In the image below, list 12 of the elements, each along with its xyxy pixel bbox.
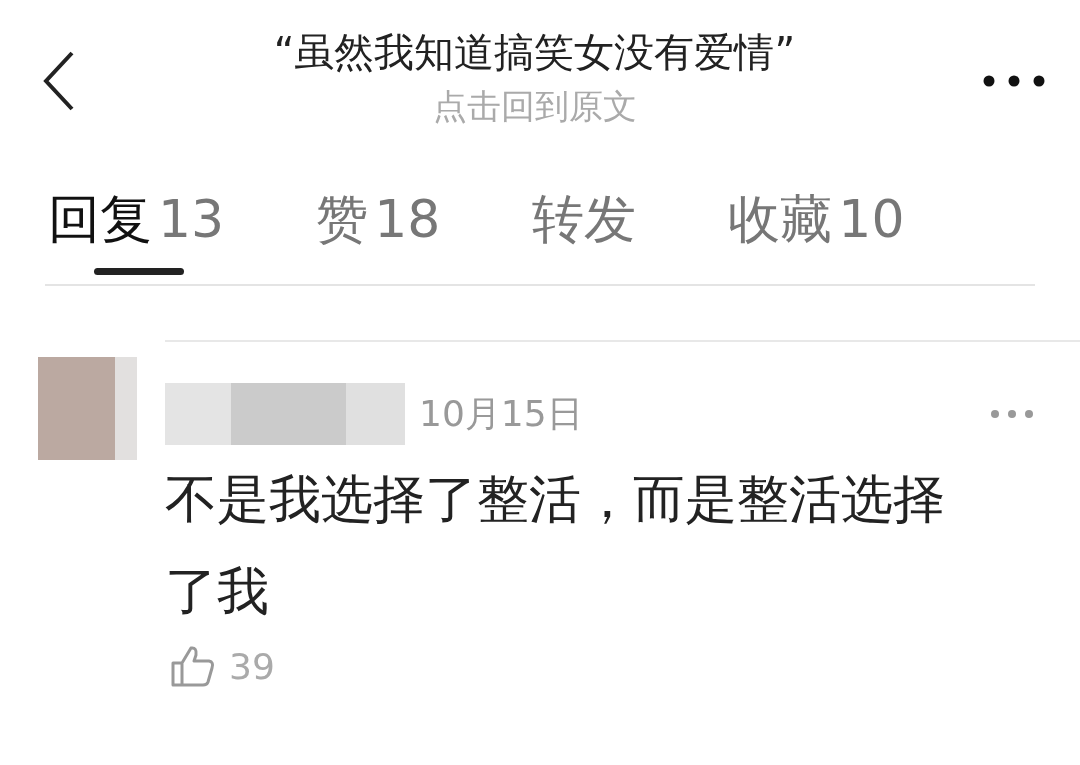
like-count: 39 — [229, 645, 275, 687]
tab[interactable]: 回复 13 — [48, 187, 225, 275]
tab[interactable]: 转发 — [532, 187, 637, 275]
comment-date: 10月15日 — [419, 391, 584, 436]
comment-text: 不是我选择了整活，而是整活选择了我 — [165, 468, 946, 623]
more-icon[interactable] — [983, 75, 1045, 87]
post-title: “虽然我知道搞笑女没有爱情” — [273, 28, 796, 76]
tab[interactable]: 赞 18 — [316, 187, 441, 275]
back-icon[interactable] — [42, 50, 76, 112]
back-to-original-link[interactable]: 点击回到原文 — [432, 84, 637, 128]
thumbs-up-icon[interactable] — [171, 645, 215, 687]
tab[interactable]: 收藏 10 — [728, 187, 905, 275]
